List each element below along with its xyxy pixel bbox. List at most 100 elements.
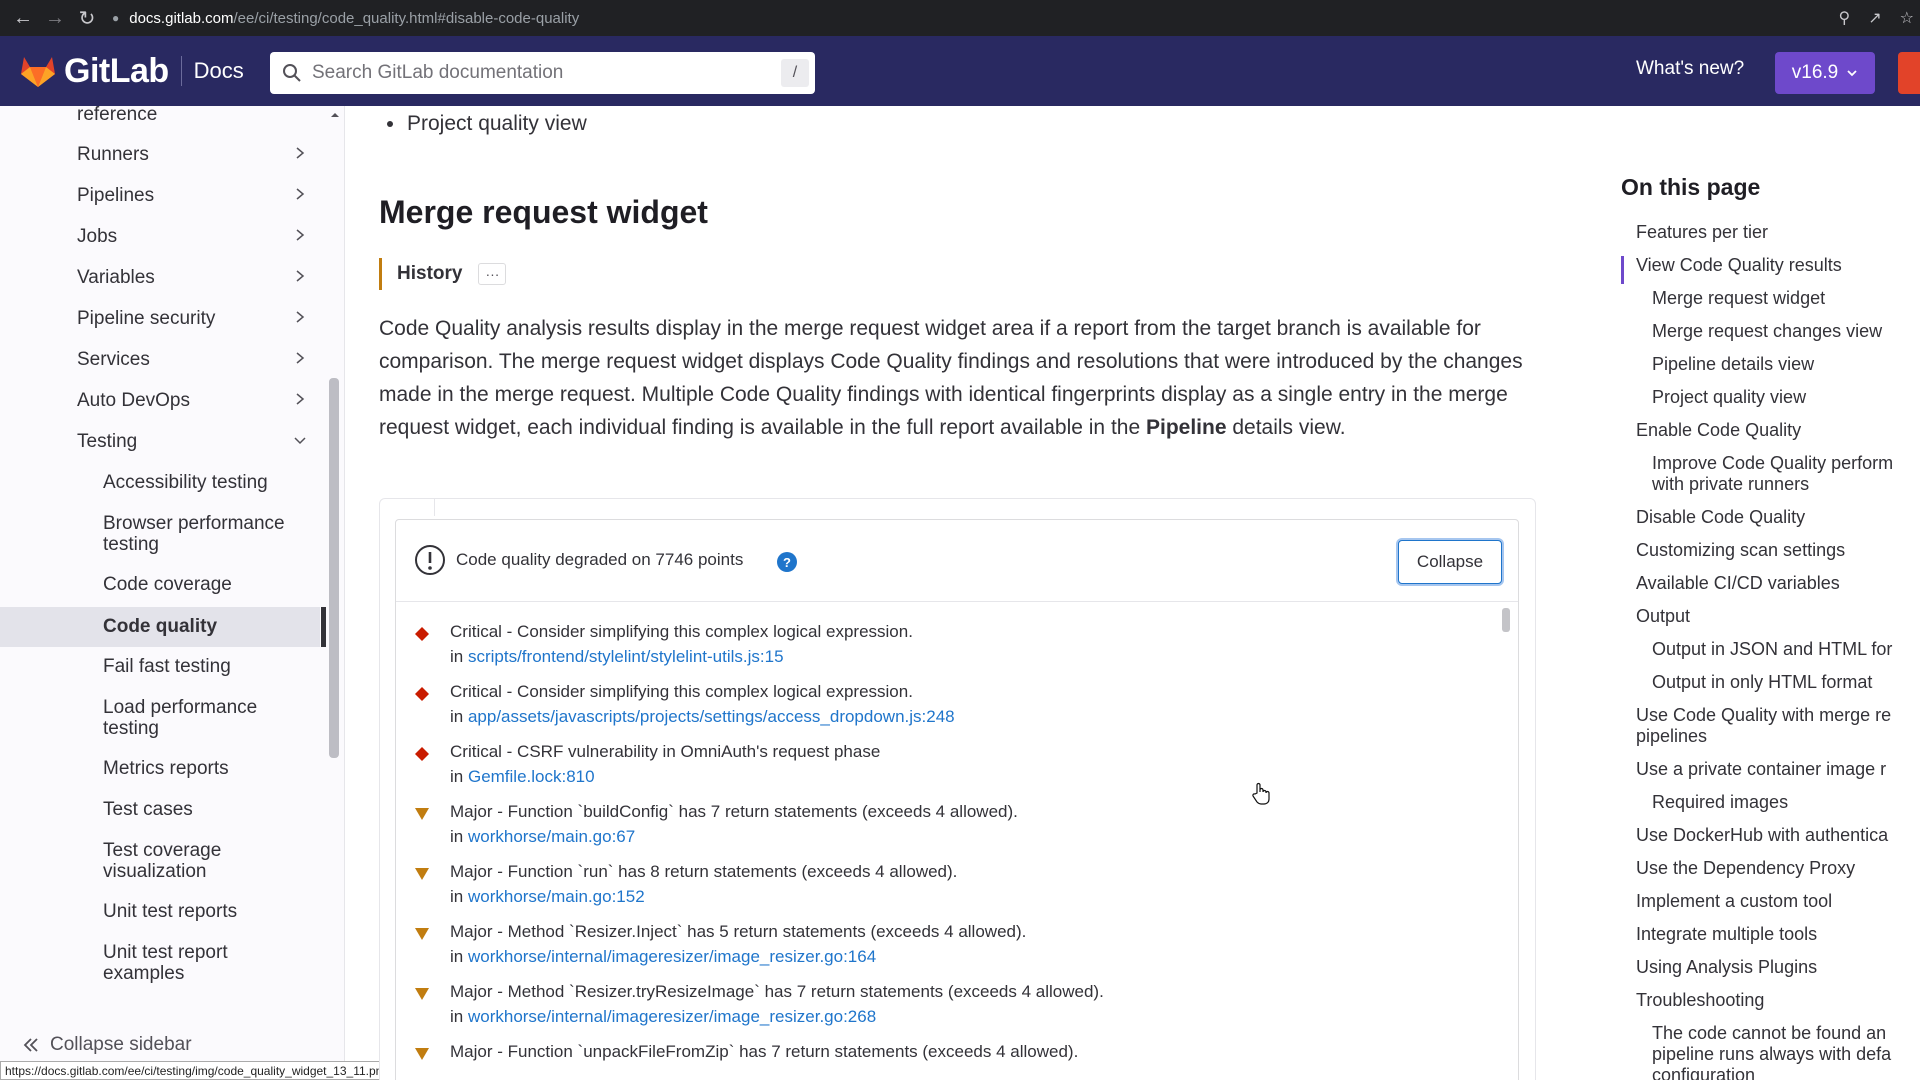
file-link[interactable]: app/assets/javascripts/projects/settings… (468, 707, 955, 726)
toc-item[interactable]: Improve Code Quality perform with private… (1652, 453, 1893, 495)
finding-location: in app/assets/javascripts/projects/setti… (450, 707, 955, 727)
toc-item[interactable]: Available CI/CD variables (1636, 573, 1840, 594)
in-label: in (450, 947, 464, 966)
collapse-sidebar-button[interactable]: Collapse sidebar (22, 1034, 192, 1056)
toc-item[interactable]: View Code Quality results (1636, 255, 1842, 276)
scroll-up-icon[interactable] (329, 110, 341, 120)
section-heading: Merge request widget (379, 194, 708, 230)
share-icon[interactable]: ↗ (1868, 8, 1881, 28)
sidebar-item-jobs[interactable]: Jobs (0, 226, 320, 252)
collapse-button[interactable]: Collapse (1398, 540, 1502, 584)
toc-item[interactable]: Project quality view (1652, 387, 1806, 408)
toc-item[interactable]: Implement a custom tool (1636, 891, 1832, 912)
in-label: in (450, 1007, 464, 1026)
toc-item[interactable]: Output in JSON and HTML for (1652, 639, 1892, 660)
toc-item[interactable]: Merge request changes view (1652, 321, 1882, 342)
chevron-down-icon (294, 437, 306, 445)
toc-item-label-cont: pipelines (1636, 726, 1708, 746)
toc-item[interactable]: Required images (1652, 792, 1788, 813)
sidebar-subitem[interactable]: Test cases (0, 799, 320, 825)
file-link[interactable]: workhorse/main.go:152 (468, 887, 645, 906)
file-link[interactable]: workhorse/main.go:67 (468, 827, 635, 846)
toc-item[interactable]: Enable Code Quality (1636, 420, 1801, 441)
toc-item[interactable]: Output (1636, 606, 1690, 627)
major-severity-icon (415, 868, 429, 880)
in-label: in (450, 647, 464, 666)
sidebar-subitem[interactable]: Unit test report examples (0, 942, 320, 986)
bookmark-icon[interactable]: ☆ (1900, 8, 1914, 28)
sidebar-scrollbar-thumb[interactable] (329, 378, 339, 758)
sidebar-subitem[interactable]: Accessibility testing (0, 472, 320, 498)
toc-item[interactable]: Integrate multiple tools (1636, 924, 1817, 945)
section-paragraph: Code Quality analysis results display in… (379, 312, 1579, 444)
toc-item[interactable]: Troubleshooting (1636, 990, 1764, 1011)
toc-item[interactable]: Use a private container image r (1636, 759, 1886, 780)
help-icon[interactable]: ? (777, 552, 797, 572)
in-label: in (450, 767, 464, 786)
docs-label[interactable]: Docs (194, 58, 244, 84)
sidebar-subitem[interactable]: Metrics reports (0, 758, 320, 784)
toc-item[interactable]: Use Code Quality with merge re pipelines (1636, 705, 1891, 747)
back-icon[interactable]: ← (10, 5, 36, 31)
gitlab-logo[interactable]: GitLab (20, 52, 169, 91)
sidebar-subitem[interactable]: Load performance testing (0, 697, 320, 741)
version-label: v16.9 (1791, 62, 1839, 83)
sidebar-subitem-label: Code quality (103, 616, 218, 637)
toc-item[interactable]: Customizing scan settings (1636, 540, 1845, 561)
toc-active-indicator (1621, 256, 1624, 284)
sidebar-item-label: Variables (77, 267, 155, 288)
url-host: docs.gitlab.com (129, 9, 234, 27)
sidebar-subitem[interactable]: Test coverage visualization (0, 840, 320, 884)
sidebar-item-testing[interactable]: Testing (0, 431, 320, 457)
sidebar-item-pipeline-security[interactable]: Pipeline security (0, 308, 320, 334)
sidebar-subitem[interactable]: Browser performance testing (0, 513, 320, 557)
forward-icon[interactable]: → (42, 5, 68, 31)
sidebar-subitem-label: Accessibility testing (103, 472, 268, 493)
search-input[interactable] (312, 62, 772, 84)
lock-icon: ● (112, 11, 120, 25)
file-link[interactable]: scripts/frontend/stylelint/stylelint-uti… (468, 647, 784, 666)
widget-header: Code quality degraded on 7746 points ? C… (396, 520, 1518, 602)
sidebar-subitem[interactable]: Unit test reports (0, 901, 320, 927)
toc-item[interactable]: Use DockerHub with authentica (1636, 825, 1888, 846)
logo-divider (180, 56, 182, 86)
sidebar-item-variables[interactable]: Variables (0, 267, 320, 293)
toc-item[interactable]: Features per tier (1636, 222, 1768, 243)
finding-item: Critical - CSRF vulnerability in OmniAut… (396, 742, 1496, 802)
file-link[interactable]: workhorse/internal/imageresizer/image_re… (468, 1007, 876, 1026)
header-edge-button[interactable] (1898, 52, 1920, 94)
sidebar-item-reference[interactable]: reference (0, 106, 320, 130)
history-block: History ··· (379, 258, 507, 290)
toc-item[interactable]: Using Analysis Plugins (1636, 957, 1817, 978)
finding-text: Major - Method `Resizer.tryResizeImage` … (450, 982, 1104, 1001)
whats-new-link[interactable]: What's new? (1636, 58, 1744, 80)
file-link[interactable]: Gemfile.lock:810 (468, 767, 595, 786)
zoom-icon[interactable]: ⚲ (1839, 8, 1851, 28)
finding-item: Major - Method `Resizer.tryResizeImage` … (396, 982, 1496, 1042)
toc-item[interactable]: Output in only HTML format (1652, 672, 1872, 693)
toc-item[interactable]: Use the Dependency Proxy (1636, 858, 1855, 879)
sidebar-subitem[interactable]: Code coverage (0, 574, 320, 600)
critical-severity-icon (415, 687, 429, 701)
list-item-text: Project quality view (407, 112, 587, 135)
finding-text: Major - Function `run` has 8 return stat… (450, 862, 958, 881)
sidebar-item-auto-devops[interactable]: Auto DevOps (0, 390, 320, 416)
version-dropdown[interactable]: v16.9 (1775, 52, 1875, 94)
toc-item[interactable]: The code cannot be found an pipeline runs… (1652, 1023, 1891, 1080)
file-link[interactable]: workhorse/internal/imageresizer/image_re… (468, 947, 876, 966)
reload-icon[interactable]: ↻ (74, 5, 100, 31)
widget-scrollbar-thumb[interactable] (1502, 608, 1510, 632)
sidebar-item-services[interactable]: Services (0, 349, 320, 375)
toc-item[interactable]: Pipeline details view (1652, 354, 1814, 375)
toc-item[interactable]: Merge request widget (1652, 288, 1825, 309)
history-expand-button[interactable]: ··· (478, 263, 507, 285)
search-box[interactable]: / (270, 52, 815, 94)
toc-item[interactable]: Disable Code Quality (1636, 507, 1805, 528)
sidebar-subitem-active[interactable]: Code quality (0, 607, 320, 647)
address-bar[interactable]: ● docs.gitlab.com/ee/ci/testing/code_qua… (112, 5, 579, 31)
sidebar-item-runners[interactable]: Runners (0, 144, 320, 170)
sidebar-subitem[interactable]: Fail fast testing (0, 656, 320, 682)
finding-location: in scripts/frontend/stylelint/stylelint-… (450, 647, 784, 667)
main-content: Project quality view Merge request widge… (345, 106, 1585, 1080)
sidebar-item-pipelines[interactable]: Pipelines (0, 185, 320, 211)
